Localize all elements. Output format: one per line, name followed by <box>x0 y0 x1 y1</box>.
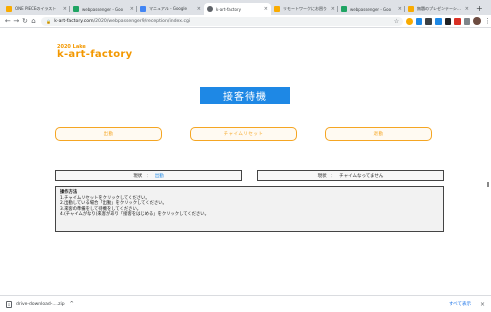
show-all-downloads-link[interactable]: すべて表示 <box>449 301 471 307</box>
extension-icon[interactable] <box>463 17 471 25</box>
scrollbar-thumb[interactable] <box>487 182 489 187</box>
tab-title: k-art-factory <box>216 6 241 12</box>
browser-tab[interactable]: webpassenger - Goo × <box>338 3 405 15</box>
instruction-line: 4.(チャイムがなり)来客があり「接客をはじめる」をクリックしてください。 <box>60 212 209 218</box>
status-value: チャイムなってません <box>339 173 384 179</box>
tab-close-icon[interactable]: × <box>197 6 201 12</box>
extension-icon[interactable] <box>425 17 432 25</box>
extension-icon[interactable] <box>454 17 461 25</box>
status-label: 現状 <box>317 173 327 179</box>
tab-close-icon[interactable]: × <box>130 6 134 12</box>
extension-icon[interactable] <box>434 17 442 25</box>
home-icon[interactable]: ⌂ <box>30 17 38 25</box>
site-logo[interactable]: 2020 Lake k-art-factory <box>57 44 132 60</box>
tab-close-icon[interactable]: × <box>331 6 335 12</box>
tab-favicon-icon <box>6 6 12 12</box>
tab-title: webpassenger - Goo <box>82 6 124 12</box>
url-host: k-art-factory.com <box>54 18 94 24</box>
tab-favicon-icon <box>408 6 414 12</box>
extension-icon[interactable] <box>444 17 452 25</box>
tab-title: ONE PIECEのイラスト <box>15 6 57 11</box>
download-file-name[interactable]: drive-download-....zip <box>16 302 65 307</box>
profile-avatar[interactable] <box>473 17 482 25</box>
browser-tab[interactable]: リモートワークにお困り × <box>271 3 338 15</box>
url-path: /2020/webpassenger9/reception/index.cgi <box>93 18 191 24</box>
status-value: 出勤 <box>154 173 164 179</box>
checkout-button[interactable]: 退勤 <box>325 127 432 141</box>
extension-icon[interactable] <box>415 17 423 25</box>
address-bar[interactable]: 🔒 k-art-factory.com /2020/webpassenger9/… <box>41 16 404 26</box>
back-icon[interactable]: ← <box>4 17 12 25</box>
chime-reset-button[interactable]: チャイムリセット <box>190 127 297 141</box>
tab-title: マニュアル - Google <box>149 6 187 11</box>
close-download-bar-icon[interactable]: × <box>480 301 485 308</box>
tab-close-icon[interactable]: × <box>63 6 67 12</box>
browser-tab[interactable]: webpassenger - Goo × <box>70 3 137 15</box>
browser-menu-icon[interactable]: ⋮ <box>484 17 491 25</box>
page-content: 2020 Lake k-art-factory 接客待機 出勤 チャイムリセット… <box>0 29 491 295</box>
lock-icon: 🔒 <box>46 18 52 24</box>
logo-title: k-art-factory <box>57 49 133 60</box>
reload-icon[interactable]: ↻ <box>21 17 29 25</box>
attendance-status: 現状 ： 出勤 <box>55 170 242 181</box>
download-bar: ⇩ drive-download-....zip ^ すべて表示 × <box>0 295 491 312</box>
file-icon: ⇩ <box>6 300 12 308</box>
tab-title: webpassenger - Goo <box>350 6 392 12</box>
tab-close-icon[interactable]: × <box>465 6 469 12</box>
tab-strip: ONE PIECEのイラスト × webpassenger - Goo × マニ… <box>0 0 491 15</box>
forward-icon[interactable]: → <box>13 17 21 25</box>
tab-favicon-icon <box>207 6 213 12</box>
tab-favicon-icon <box>274 6 280 12</box>
status-separator: ： <box>146 173 151 179</box>
chevron-up-icon[interactable]: ^ <box>70 301 74 307</box>
status-label: 現状 <box>133 173 143 179</box>
bookmark-star-icon[interactable]: ☆ <box>394 18 399 25</box>
checkin-button[interactable]: 出勤 <box>55 127 162 141</box>
browser-tab[interactable]: マニュアル - Google × <box>137 3 204 15</box>
status-separator: ： <box>330 173 336 179</box>
browser-tab[interactable]: 無題のプレゼンテーション × <box>405 3 472 15</box>
tab-favicon-icon <box>140 6 146 12</box>
tab-title: リモートワークにお困り <box>283 6 327 11</box>
tab-close-icon[interactable]: × <box>398 6 402 12</box>
instructions-box: 操作方法 1.チャイムリセットをクリックしてください。 2.出勤している場合「出… <box>55 186 444 232</box>
tab-favicon-icon <box>73 6 79 12</box>
standby-button[interactable]: 接客待機 <box>200 87 290 104</box>
tab-close-icon[interactable]: × <box>264 6 268 12</box>
chime-status: 現状 ： チャイムなってません <box>257 170 444 181</box>
browser-tab[interactable]: ONE PIECEのイラスト × <box>3 3 70 15</box>
tab-favicon-icon <box>341 6 347 12</box>
browser-toolbar: ← → ↻ ⌂ 🔒 k-art-factory.com /2020/webpas… <box>0 15 491 28</box>
extension-icon[interactable] <box>406 17 413 25</box>
new-tab-button[interactable]: + <box>476 3 483 15</box>
tab-title: 無題のプレゼンテーション <box>417 6 463 11</box>
browser-tab-active[interactable]: k-art-factory × <box>204 3 271 15</box>
